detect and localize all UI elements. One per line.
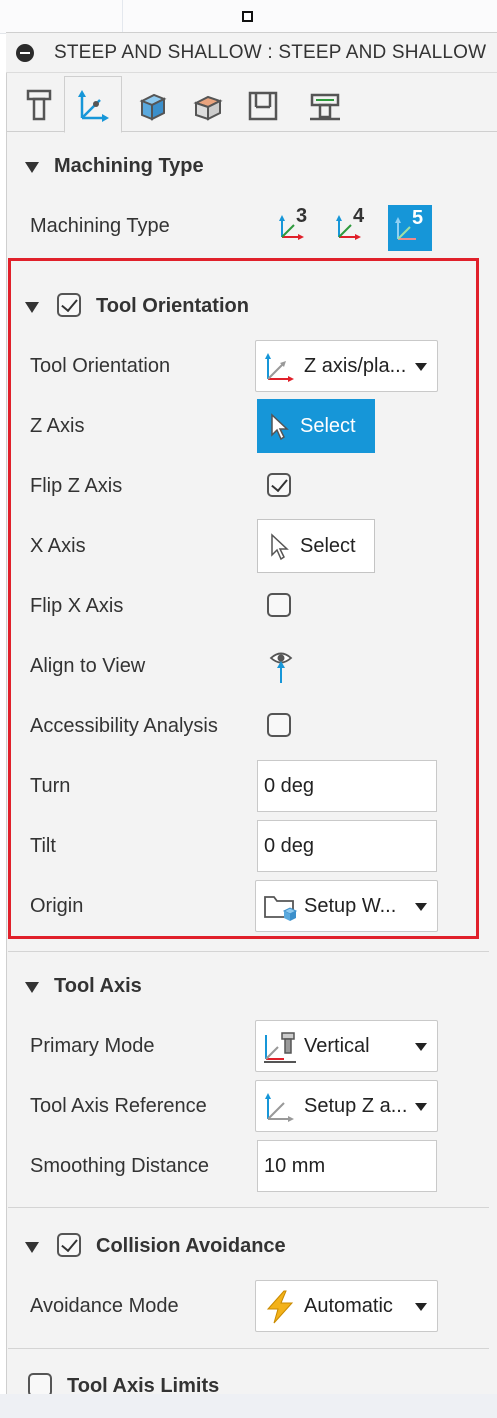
tool-axis-reference-label: Tool Axis Reference — [30, 1095, 207, 1117]
origin-dropdown[interactable]: Setup W... — [255, 880, 438, 932]
tool-tab-icon — [26, 89, 52, 121]
avoidance-mode-value: Automatic — [304, 1295, 393, 1317]
orientation-collapse-icon[interactable] — [25, 302, 39, 313]
turn-value: 0 deg — [264, 775, 315, 797]
primary-mode-dropdown[interactable]: Vertical — [255, 1020, 438, 1072]
origin-value: Setup W... — [304, 895, 397, 917]
chevron-down-icon — [415, 363, 427, 371]
z-axis-select-label: Select — [300, 415, 356, 437]
cursor-arrow-icon — [271, 533, 289, 561]
eye-arrow-icon — [269, 652, 293, 683]
align-to-view-label: Align to View — [30, 655, 146, 677]
tool-orientation-checkbox[interactable] — [57, 293, 81, 317]
tool-orientation-value: Z axis/pla... — [304, 355, 407, 377]
five-axis-label: 5 — [412, 207, 424, 229]
tilt-value: 0 deg — [264, 835, 315, 857]
flip-z-axis-label: Flip Z Axis — [30, 475, 123, 497]
primary-mode-label: Primary Mode — [30, 1035, 155, 1057]
x-axis-label: X Axis — [30, 535, 86, 557]
axis-reference-icon — [265, 1093, 294, 1122]
section-divider — [8, 951, 489, 952]
tab-shaft[interactable] — [302, 81, 348, 131]
machining-5axis-button[interactable]: 5 — [388, 205, 432, 251]
tilt-label: Tilt — [30, 835, 56, 857]
tool-axis-reference-dropdown[interactable]: Setup Z a... — [255, 1080, 438, 1132]
avoidance-mode-dropdown[interactable]: Automatic — [255, 1280, 438, 1332]
three-axis-icon — [279, 215, 304, 240]
four-axis-label: 4 — [353, 205, 365, 227]
folder-origin-icon — [264, 896, 298, 921]
turn-label: Turn — [30, 775, 71, 797]
flip-x-axis-label: Flip X Axis — [30, 595, 124, 617]
heights-tab-icon — [139, 93, 167, 121]
tilt-input[interactable]: 0 deg — [257, 820, 437, 872]
accessibility-analysis-label: Accessibility Analysis — [30, 715, 218, 737]
align-to-view-button[interactable] — [268, 647, 294, 685]
tool-orientation-dropdown[interactable]: Z axis/pla... — [255, 340, 438, 392]
tool-axis-reference-value: Setup Z a... — [304, 1095, 408, 1117]
z-axis-label: Z Axis — [30, 415, 85, 437]
section-divider — [8, 1207, 489, 1208]
z-axis-select-button[interactable]: Select — [257, 399, 375, 453]
machining-type-label: Machining Type — [30, 215, 170, 237]
tab-linking[interactable] — [240, 81, 286, 131]
tab-tool[interactable] — [16, 81, 62, 131]
axis-tab-icon — [78, 89, 109, 122]
tab-heights[interactable] — [128, 81, 174, 131]
chevron-down-icon — [415, 1043, 427, 1051]
x-axis-select-button[interactable]: Select — [257, 519, 375, 573]
smoothing-distance-label: Smoothing Distance — [30, 1155, 209, 1177]
tab-passes[interactable] — [184, 81, 230, 131]
tool-axis-collapse-icon[interactable] — [25, 982, 39, 993]
primary-mode-value: Vertical — [304, 1035, 370, 1057]
chevron-down-icon — [415, 903, 427, 911]
three-axis-label: 3 — [296, 205, 308, 227]
origin-label: Origin — [30, 895, 84, 917]
linking-tab-icon — [248, 91, 278, 121]
collision-avoidance-section-title: Collision Avoidance — [96, 1235, 286, 1257]
axis-orientation-icon — [265, 353, 294, 382]
collision-avoidance-checkbox[interactable] — [57, 1233, 81, 1257]
four-axis-icon — [336, 215, 361, 240]
tab-geometry[interactable] — [64, 76, 122, 133]
tool-orientation-section-title: Tool Orientation — [96, 295, 249, 317]
x-axis-select-label: Select — [300, 535, 356, 557]
collapse-panel-icon[interactable] — [16, 44, 34, 62]
shaft-tab-icon — [310, 93, 340, 121]
machining-4axis-button[interactable]: 4 — [331, 205, 373, 247]
flip-z-axis-checkbox[interactable] — [267, 473, 291, 497]
tool-axis-section-title: Tool Axis — [54, 975, 142, 997]
cursor-arrow-icon — [271, 413, 289, 441]
flip-x-axis-checkbox[interactable] — [267, 593, 291, 617]
chevron-down-icon — [415, 1103, 427, 1111]
avoidance-mode-label: Avoidance Mode — [30, 1295, 179, 1317]
chevron-down-icon — [415, 1303, 427, 1311]
machining-section-title: Machining Type — [54, 155, 204, 177]
bottom-bar — [0, 1394, 497, 1418]
accessibility-analysis-checkbox[interactable] — [267, 713, 291, 737]
smoothing-distance-value: 10 mm — [264, 1155, 326, 1177]
section-divider — [8, 1348, 489, 1349]
passes-tab-icon — [193, 95, 223, 121]
collision-collapse-icon[interactable] — [25, 1242, 39, 1253]
machining-collapse-icon[interactable] — [25, 162, 39, 173]
panel-title: STEEP AND SHALLOW : STEEP AND SHALLOW — [54, 42, 487, 63]
lightning-bolt-icon — [266, 1290, 294, 1324]
turn-input[interactable]: 0 deg — [257, 760, 437, 812]
smoothing-distance-input[interactable]: 10 mm — [257, 1140, 437, 1192]
machining-3axis-button[interactable]: 3 — [274, 205, 316, 247]
vertical-tool-icon — [264, 1032, 296, 1063]
panel-grip-handle[interactable] — [242, 11, 253, 22]
tool-orientation-label: Tool Orientation — [30, 355, 171, 377]
five-axis-icon — [395, 217, 416, 240]
